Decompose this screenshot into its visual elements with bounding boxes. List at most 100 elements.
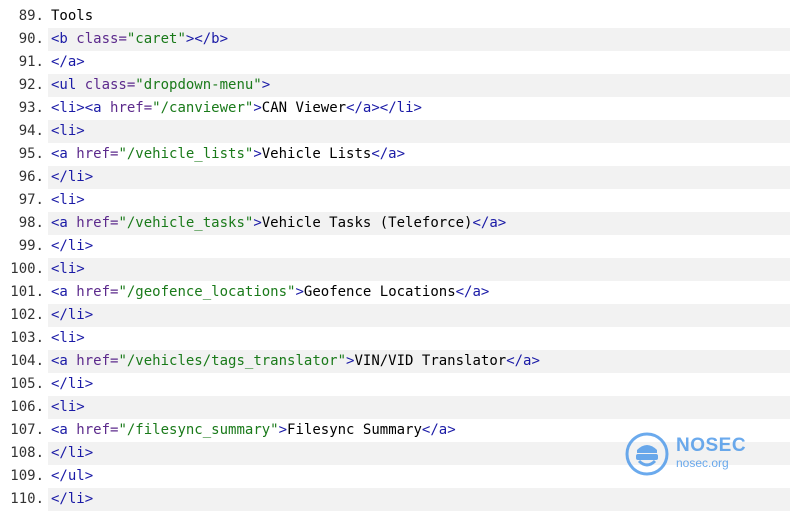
code-token: </li>	[51, 307, 94, 323]
nosec-logo-icon	[625, 432, 669, 476]
code-token: <ul	[51, 77, 85, 93]
line-number: 97.	[18, 192, 44, 208]
code-line: 91. </a>	[0, 51, 790, 74]
code-line: 89. Tools	[0, 5, 790, 28]
code-token: >	[253, 215, 262, 231]
code-token: </a>	[455, 284, 490, 300]
code-line: 105. </li>	[0, 373, 790, 396]
code-token: Vehicle Tasks (Teleforce)	[261, 215, 473, 231]
line-number: 96.	[18, 169, 44, 185]
code-token: </a>	[371, 146, 406, 162]
code-token: "/canviewer"	[152, 100, 254, 116]
code-token: <a	[51, 215, 77, 231]
code-text: <li>	[51, 189, 85, 212]
code-token: href=	[76, 353, 119, 369]
code-token: "/vehicle_tasks"	[118, 215, 254, 231]
code-token: <a	[51, 353, 77, 369]
line-number: 100.	[10, 261, 44, 277]
line-number: 89.	[18, 8, 44, 24]
watermark-name: NOSEC	[676, 435, 747, 456]
code-token: </li>	[51, 376, 94, 392]
code-token: href=	[76, 284, 119, 300]
line-number: 93.	[18, 100, 44, 116]
code-text: <a href="/geofence_locations">Geofence L…	[51, 281, 489, 304]
code-token: "/vehicle_lists"	[118, 146, 254, 162]
code-line: 92. <ul class="dropdown-menu">	[0, 74, 790, 97]
nosec-watermark: NOSEC nosec.org	[624, 431, 754, 479]
code-line: 106. <li>	[0, 396, 790, 419]
code-token: </a>	[51, 54, 85, 70]
code-token: <b	[51, 31, 77, 47]
code-token: </li>	[51, 238, 94, 254]
code-token: "/geofence_locations"	[118, 284, 296, 300]
code-token: href=	[110, 100, 153, 116]
code-line: 98. <a href="/vehicle_tasks">Vehicle Task…	[0, 212, 790, 235]
line-number: 95.	[18, 146, 44, 162]
code-token: <li>	[51, 399, 85, 415]
code-text: <ul class="dropdown-menu">	[51, 74, 270, 97]
code-text: <a href="/filesync_summary">Filesync Sum…	[51, 419, 456, 442]
code-token: <li><a	[51, 100, 111, 116]
code-text: <li>	[51, 396, 85, 419]
code-text: </li>	[51, 304, 93, 327]
code-token: "/filesync_summary"	[118, 422, 279, 438]
code-text: <a href="/vehicle_lists">Vehicle Lists</…	[51, 143, 405, 166]
code-line: 102. </li>	[0, 304, 790, 327]
line-number: 99.	[18, 238, 44, 254]
code-token: <a	[51, 422, 77, 438]
line-number: 108.	[10, 445, 44, 461]
code-token: Geofence Locations	[303, 284, 456, 300]
code-token: "caret"	[126, 31, 186, 47]
code-token: Vehicle Lists	[261, 146, 372, 162]
code-text: </a>	[51, 51, 85, 74]
line-number: 90.	[18, 31, 44, 47]
code-token: href=	[76, 422, 119, 438]
code-token: </a>	[421, 422, 456, 438]
code-token: class=	[84, 77, 136, 93]
code-token: >	[253, 146, 262, 162]
code-token: <a	[51, 146, 77, 162]
line-number: 101.	[10, 284, 44, 300]
code-text: <b class="caret"></b>	[51, 28, 228, 51]
code-line: 95. <a href="/vehicle_lists">Vehicle List…	[0, 143, 790, 166]
code-token: "/vehicles/tags_translator"	[118, 353, 347, 369]
line-number: 109.	[10, 468, 44, 484]
code-line: 104. <a href="/vehicles/tags_translator">…	[0, 350, 790, 373]
code-token: >	[278, 422, 288, 438]
code-token: <li>	[51, 192, 85, 208]
line-number: 106.	[10, 399, 44, 415]
code-token: class=	[76, 31, 127, 47]
code-line: 97. <li>	[0, 189, 790, 212]
line-number: 98.	[18, 215, 44, 231]
line-number: 110.	[10, 491, 44, 507]
line-number: 94.	[18, 123, 44, 139]
code-token: href=	[76, 146, 119, 162]
code-text: <a href="/vehicles/tags_translator">VIN/…	[51, 350, 540, 373]
code-text: </li>	[51, 166, 93, 189]
code-text: </ul>	[51, 465, 93, 488]
line-number: 105.	[10, 376, 44, 392]
line-number: 91.	[18, 54, 44, 70]
line-number: 102.	[10, 307, 44, 323]
code-token: >	[295, 284, 304, 300]
code-token: </a>	[472, 215, 507, 231]
code-token: CAN Viewer	[261, 100, 347, 116]
code-text: <li>	[51, 120, 85, 143]
code-line: 99. </li>	[0, 235, 790, 258]
code-line: 101. <a href="/geofence_locations">Geofen…	[0, 281, 790, 304]
code-token: VIN/VID Translator	[354, 353, 507, 369]
code-text: </li>	[51, 373, 93, 396]
code-token: >	[253, 100, 262, 116]
code-text: <li>	[51, 327, 85, 350]
code-text: </li>	[51, 488, 93, 511]
code-token: ></b>	[185, 31, 229, 47]
code-token: </a></li>	[346, 100, 422, 116]
watermark-domain: nosec.org	[676, 456, 729, 470]
code-token: href=	[76, 215, 119, 231]
code-line: 110. </li>	[0, 488, 790, 511]
code-line: 93. <li><a href="/canviewer">CAN Viewer</…	[0, 97, 790, 120]
code-text: </li>	[51, 442, 93, 465]
code-text: Tools	[51, 5, 93, 28]
code-token: <li>	[51, 330, 85, 346]
code-token: Tools	[51, 8, 94, 24]
